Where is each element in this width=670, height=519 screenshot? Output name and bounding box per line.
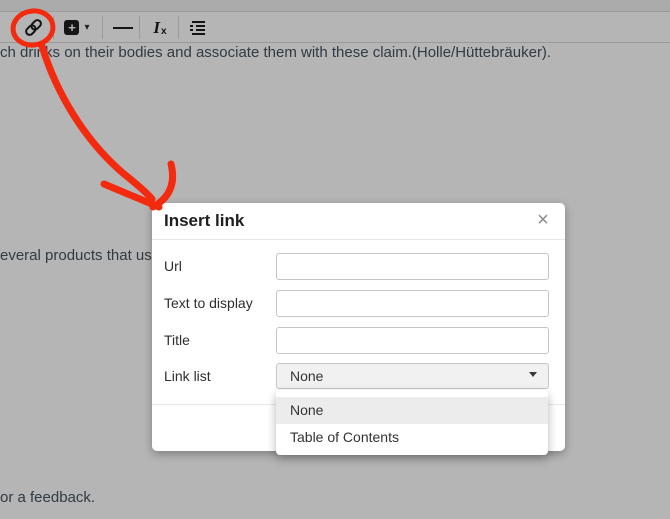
link-list-select[interactable]: None — [276, 363, 549, 389]
screenshot-stage: + ▾ Ix — [0, 0, 670, 519]
link-list-label: Link list — [164, 363, 211, 390]
dropdown-option-table-of-contents[interactable]: Table of Contents — [276, 424, 548, 451]
url-label: Url — [164, 253, 182, 280]
title-label: Title — [164, 327, 190, 354]
link-list-dropdown: None Table of Contents — [276, 390, 548, 455]
text-to-display-label: Text to display — [164, 290, 253, 317]
close-icon[interactable]: × — [531, 208, 555, 232]
link-list-selected-value: None — [290, 364, 323, 389]
chevron-down-icon — [529, 372, 537, 377]
title-input[interactable] — [276, 327, 549, 354]
text-to-display-input[interactable] — [276, 290, 549, 317]
dialog-title: Insert link — [164, 211, 244, 231]
url-input[interactable] — [276, 253, 549, 280]
dialog-header: Insert link × — [152, 203, 565, 240]
dropdown-option-none[interactable]: None — [276, 397, 548, 424]
